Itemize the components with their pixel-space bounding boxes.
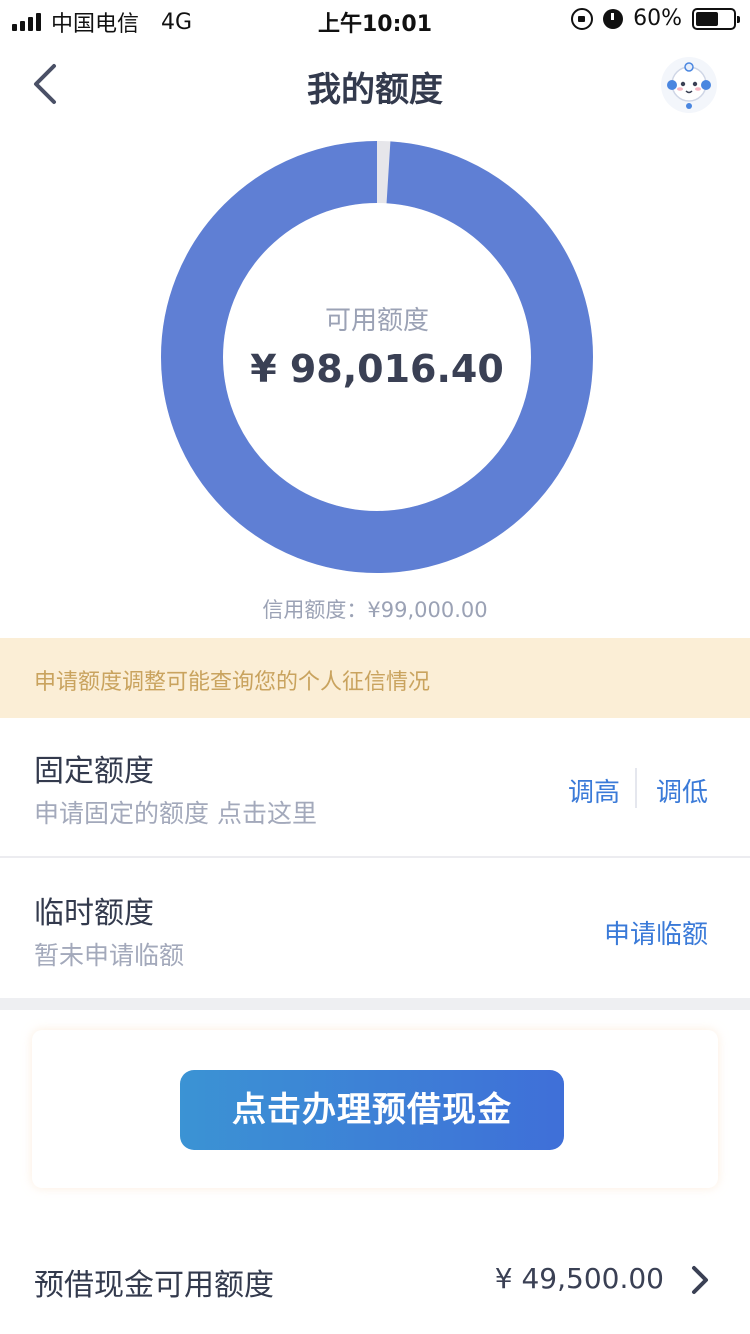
fixed-limit-title: 固定额度 <box>34 754 154 789</box>
link-divider <box>635 768 637 808</box>
cash-advance-amount: ¥ 49,500.00 <box>494 1262 664 1295</box>
status-right: 60% <box>571 6 740 31</box>
raise-limit-link[interactable]: 调高 <box>568 772 620 809</box>
robot-avatar-icon[interactable] <box>660 56 718 114</box>
donut-center: 可用额度 ¥ 98,016.40 <box>160 300 594 391</box>
battery-percent: 60% <box>633 6 682 31</box>
credit-notice-text: 申请额度调整可能查询您的个人征信情况 <box>34 670 431 695</box>
cash-advance-title: 预借现金可用额度 <box>34 1268 274 1303</box>
credit-donut: 可用额度 ¥ 98,016.40 <box>160 140 594 574</box>
credit-notice-banner: 申请额度调整可能查询您的个人征信情况 <box>0 638 750 718</box>
temporary-limit-subtitle: 暂未申请临额 <box>34 941 185 970</box>
alarm-icon <box>603 8 624 29</box>
nav-bar: 我的额度 <box>0 40 750 130</box>
credit-limit-text: 信用额度：¥99,000.00 <box>262 598 488 622</box>
cash-advance-row[interactable]: 预借现金可用额度 ¥ 49,500.00 <box>0 1236 750 1326</box>
battery-fill <box>696 11 718 26</box>
temporary-limit-title: 临时额度 <box>34 896 154 931</box>
fixed-limit-row: 固定额度 申请固定的额度 点击这里 调高 调低 <box>0 718 750 856</box>
available-label: 可用额度 <box>324 306 429 336</box>
chevron-right-icon[interactable] <box>688 1264 712 1296</box>
temporary-limit-row: 临时额度 暂未申请临额 申请临额 <box>0 858 750 998</box>
status-bar: 中国电信 4G 上午10:01 60% <box>0 0 750 40</box>
cash-advance-promo-card: 点击办理预借现金 <box>32 1030 718 1188</box>
apply-temporary-limit-link[interactable]: 申请临额 <box>604 914 708 951</box>
rotation-lock-icon <box>571 7 594 30</box>
lower-limit-link[interactable]: 调低 <box>656 772 708 809</box>
battery-icon <box>692 7 740 30</box>
fixed-limit-subtitle[interactable]: 申请固定的额度 点击这里 <box>34 794 317 830</box>
cash-advance-button[interactable]: 点击办理预借现金 <box>180 1070 564 1150</box>
section-separator <box>0 998 750 1010</box>
page-title: 我的额度 <box>307 70 443 110</box>
available-amount: ¥ 98,016.40 <box>250 347 504 391</box>
